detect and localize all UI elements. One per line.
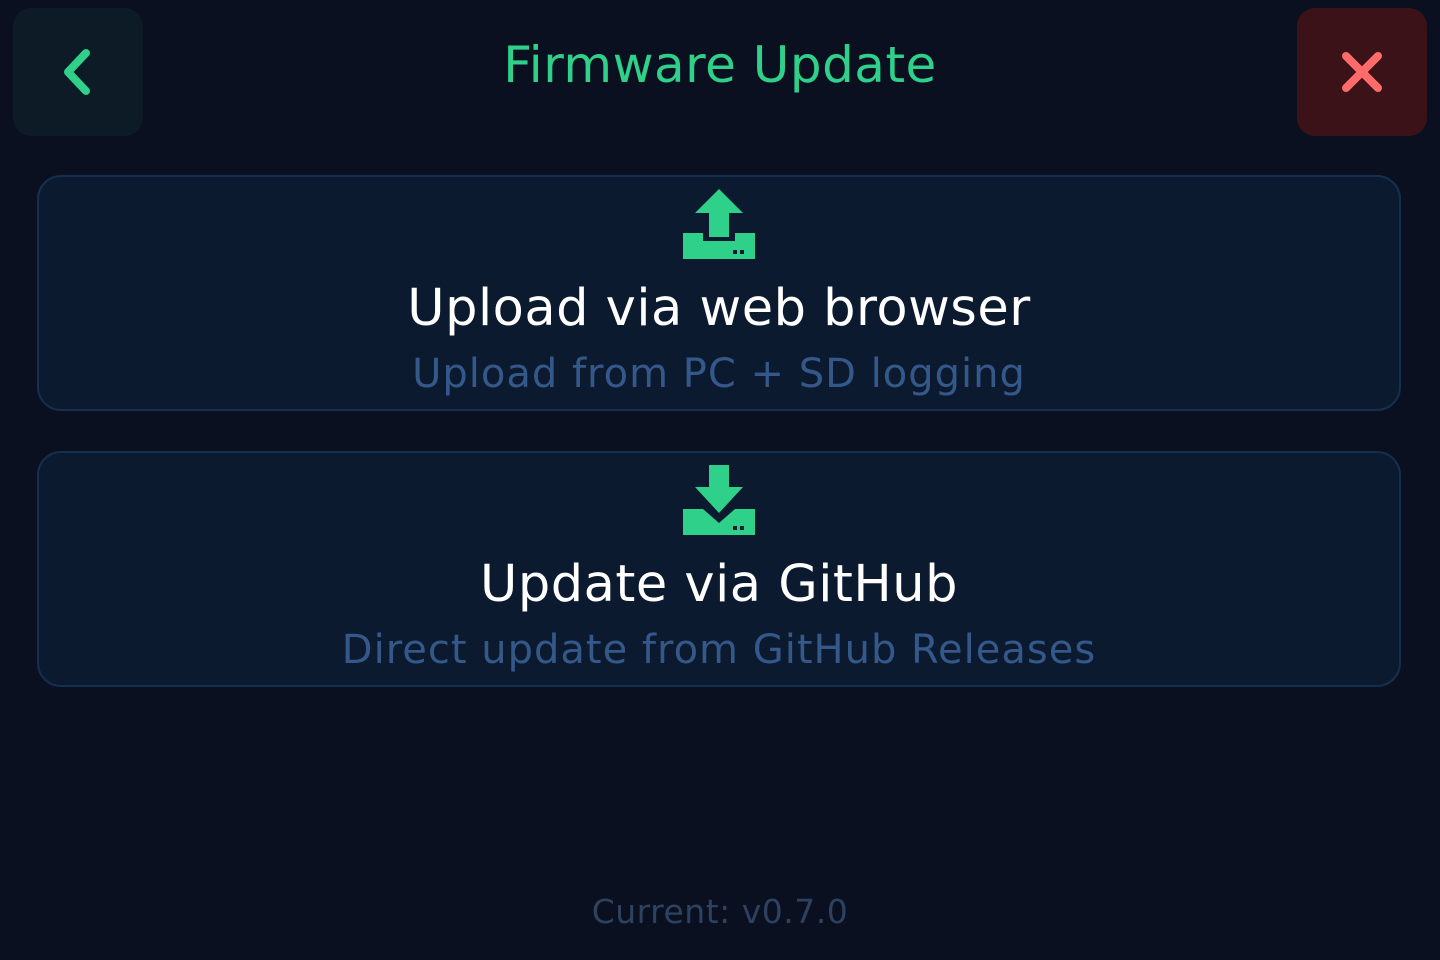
update-via-github-option[interactable]: Update via GitHub Direct update from Git… [37,451,1401,687]
download-icon [683,465,755,535]
current-version-label: Current: v0.7.0 [591,892,849,931]
close-icon [1342,52,1382,92]
option-subtitle: Upload from PC + SD logging [412,351,1026,397]
upload-icon [683,189,755,259]
firmware-update-screen: Firmware Update Upload via web browser U… [0,0,1440,960]
page-title: Firmware Update [503,36,937,94]
option-title: Update via GitHub [480,555,958,614]
close-button[interactable] [1297,8,1427,136]
upload-via-browser-option[interactable]: Upload via web browser Upload from PC + … [37,175,1401,411]
option-subtitle: Direct update from GitHub Releases [341,627,1097,673]
option-title: Upload via web browser [407,279,1031,338]
